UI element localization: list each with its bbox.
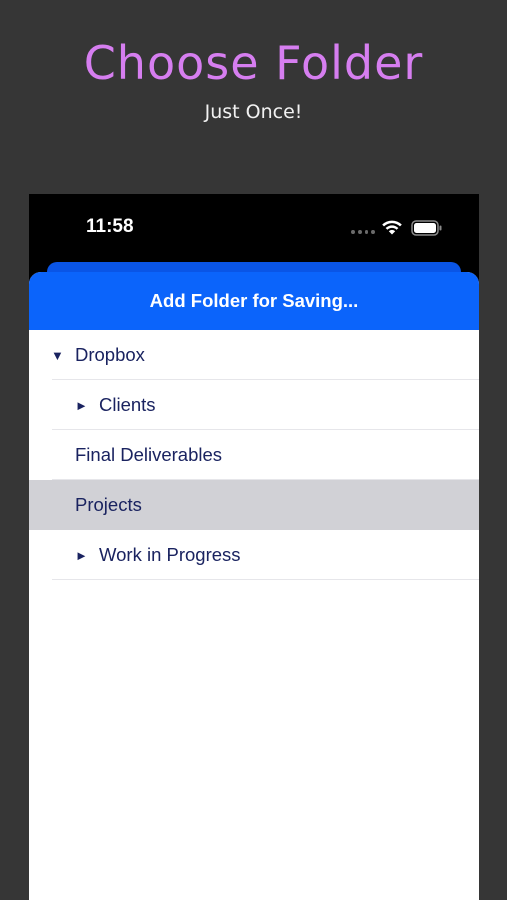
folder-label: Projects: [75, 494, 142, 515]
cellular-dots-icon: [351, 230, 375, 234]
folder-label: Final Deliverables: [75, 444, 223, 465]
promo-subtitle: Just Once!: [204, 101, 303, 123]
folder-label: Clients: [99, 394, 156, 415]
triangle-right-icon[interactable]: ►: [75, 398, 91, 413]
battery-icon: [411, 220, 442, 236]
wifi-icon: [382, 220, 402, 235]
status-time: 11:58: [86, 216, 134, 237]
folder-row-work-in-progress[interactable]: ► Work in Progress: [29, 530, 479, 580]
folder-list: ▼ Dropbox ► Clients Final Deliverables P…: [29, 330, 479, 580]
triangle-right-icon[interactable]: ►: [75, 548, 91, 563]
sheet-title: Add Folder for Saving...: [29, 272, 479, 330]
folder-row-clients[interactable]: ► Clients: [29, 380, 479, 430]
folder-row-final-deliverables[interactable]: Final Deliverables: [29, 430, 479, 480]
status-bar: 11:58: [29, 194, 479, 260]
folder-label: Work in Progress: [99, 544, 241, 565]
triangle-down-icon[interactable]: ▼: [51, 348, 67, 363]
folder-label: Dropbox: [75, 344, 145, 365]
folder-picker-sheet: Add Folder for Saving... ▼ Dropbox ► Cli…: [29, 272, 479, 900]
folder-row-dropbox[interactable]: ▼ Dropbox: [29, 330, 479, 380]
phone-screen: 11:58 Add Folder for Saving... ▼ Dropbox…: [29, 194, 479, 900]
promo-title: Choose Folder: [83, 36, 424, 90]
folder-row-projects[interactable]: Projects: [29, 480, 479, 530]
